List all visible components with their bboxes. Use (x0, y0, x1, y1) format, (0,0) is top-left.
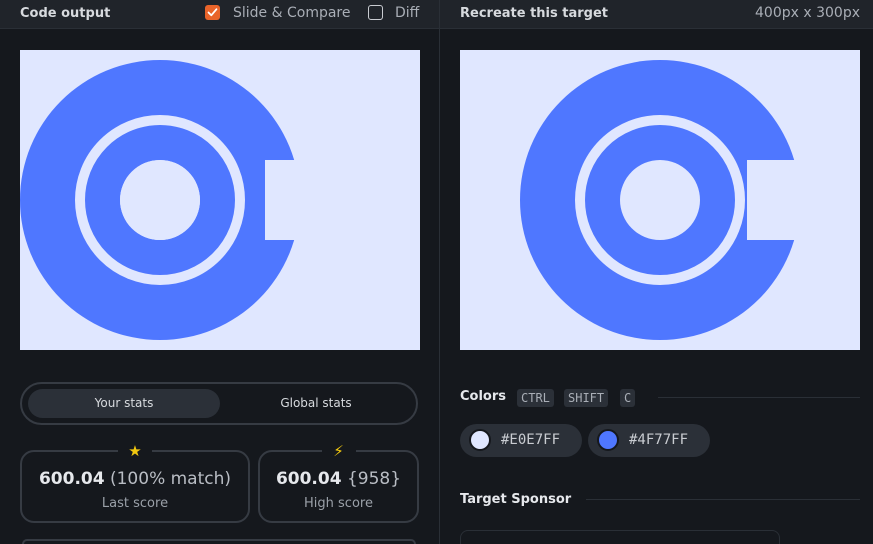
last-score-card: ★ 600.04 (100% match) Last score (20, 440, 250, 523)
target-sponsor-title: Target Sponsor (460, 492, 572, 507)
sponsor-divider (586, 499, 860, 500)
checkmark-icon (207, 8, 218, 17)
color-hex: #E0E7FF (501, 432, 561, 448)
lightning-icon: ⚡ (321, 440, 356, 462)
color-hex: #4F77FF (629, 432, 689, 448)
stats-toggle: Your stats Global stats (20, 382, 418, 425)
high-score-line: 600.04 {958} (260, 469, 417, 489)
target-dimensions: 400px x 300px (755, 5, 860, 21)
target-image (460, 50, 873, 350)
high-score-extra: {958} (346, 469, 402, 489)
colors-title: Colors (460, 389, 507, 404)
last-score-value: 600.04 (38, 469, 105, 489)
diff-checkbox[interactable] (368, 5, 383, 20)
high-score-card: ⚡ 600.04 {958} High score (258, 440, 419, 523)
target-header: Recreate this target 400px x 300px (440, 0, 873, 29)
code-output-title: Code output (20, 6, 111, 21)
color-dot (597, 429, 619, 451)
target-canvas[interactable] (460, 50, 873, 350)
star-icon: ★ (118, 440, 152, 462)
high-score-caption: High score (304, 496, 373, 511)
code-output-render (20, 50, 465, 350)
high-score-value: 600.04 (275, 469, 342, 489)
tab-global-stats[interactable]: Global stats (220, 389, 412, 418)
target-panel: Recreate this target 400px x 300px Color… (440, 0, 873, 544)
shortcut-shift: SHIFT (564, 389, 609, 407)
colors-divider (658, 397, 860, 398)
shortcut-c: C (620, 389, 636, 407)
code-output-panel: Code output Slide & Compare Diff Your st… (0, 0, 465, 544)
color-swatch-blue[interactable]: #4F77FF (588, 424, 710, 457)
color-swatch-light[interactable]: #E0E7FF (460, 424, 582, 457)
last-score-line: 600.04 (100% match) (22, 469, 248, 489)
diff-label[interactable]: Diff (395, 5, 419, 21)
shortcut-ctrl: CTRL (517, 389, 554, 407)
submit-bar[interactable] (22, 539, 416, 544)
slide-compare-checkbox[interactable] (205, 5, 220, 20)
tab-your-stats[interactable]: Your stats (28, 389, 220, 418)
target-title: Recreate this target (460, 6, 609, 21)
sponsor-box[interactable] (460, 530, 780, 544)
code-output-canvas[interactable] (20, 50, 465, 350)
code-output-header: Code output Slide & Compare Diff (0, 0, 439, 29)
last-score-caption: Last score (101, 496, 169, 511)
color-dot (469, 429, 491, 451)
last-score-match: (100% match) (109, 469, 232, 489)
slide-compare-label[interactable]: Slide & Compare (233, 5, 351, 21)
